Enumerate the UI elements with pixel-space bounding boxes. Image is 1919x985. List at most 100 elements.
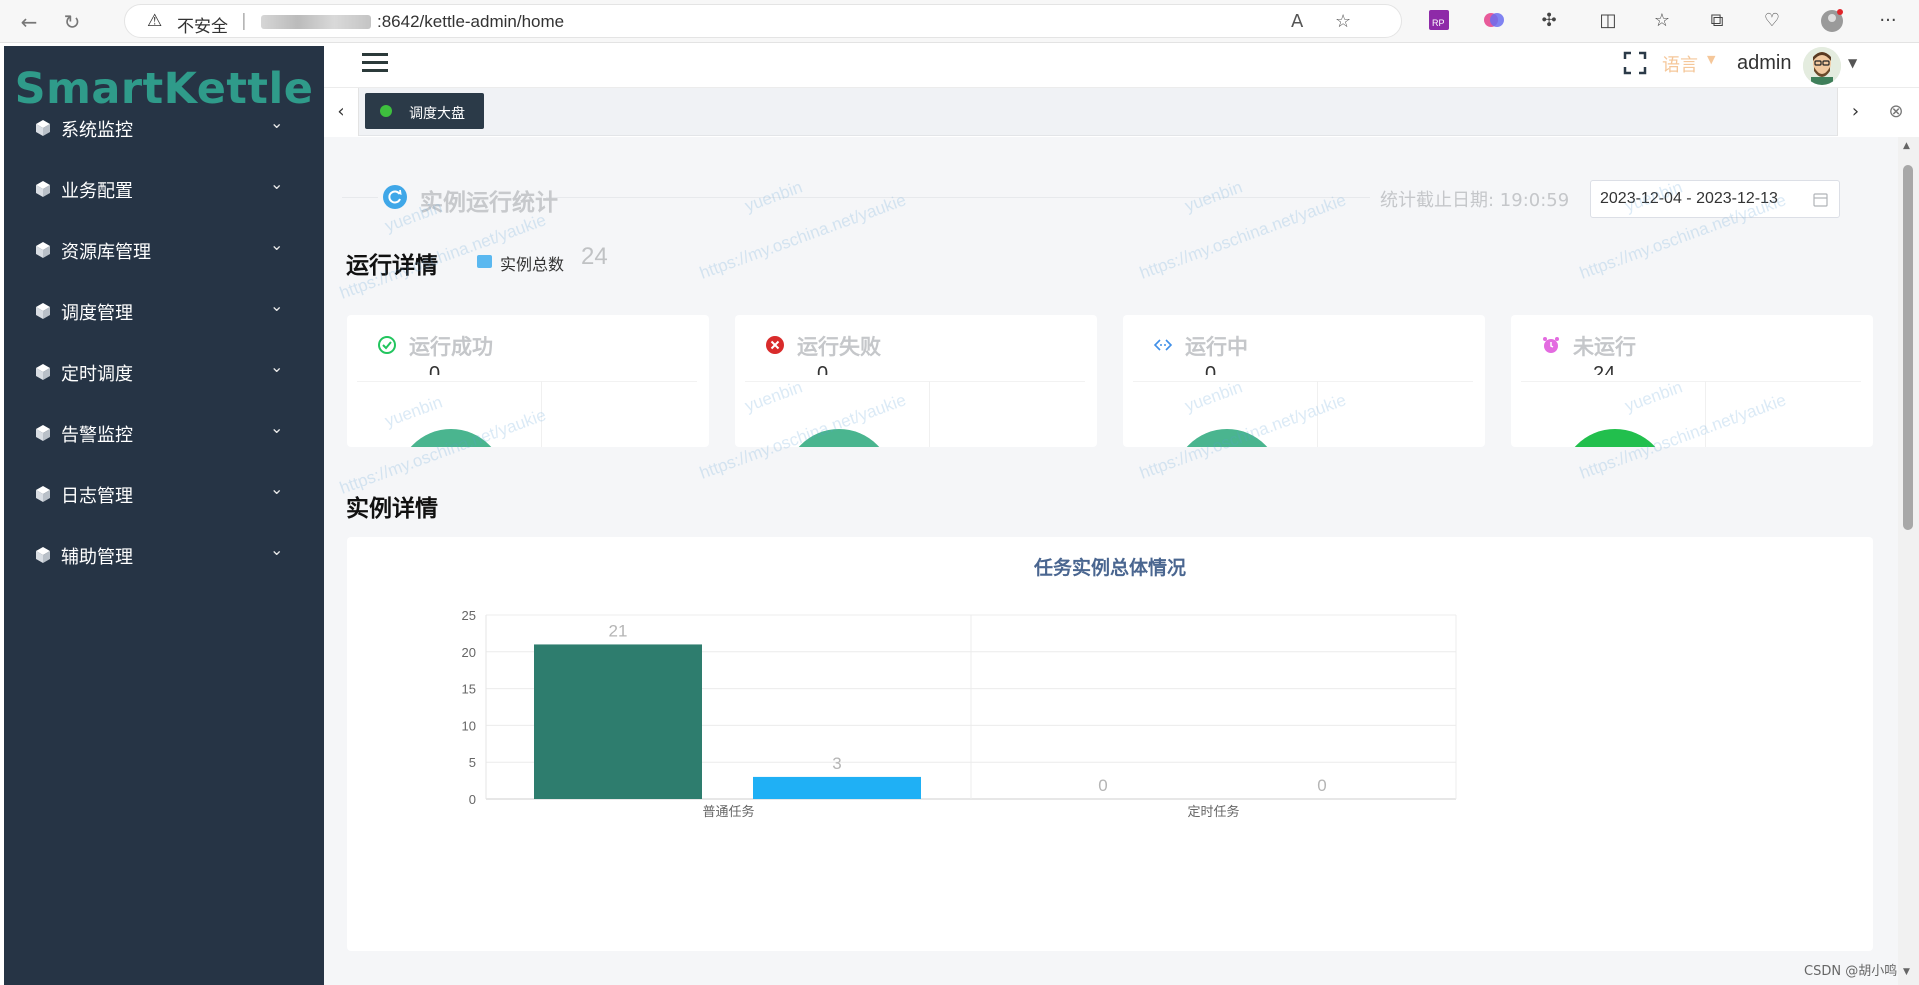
cube-icon bbox=[36, 486, 50, 502]
sidebar-item-label: 调度管理 bbox=[61, 303, 133, 324]
scroll-down-icon[interactable]: ▼ bbox=[1903, 967, 1910, 977]
user-name[interactable]: admin bbox=[1737, 52, 1791, 75]
language-caret-icon[interactable]: ▼ bbox=[1707, 53, 1715, 66]
gauge-grid-line bbox=[929, 381, 930, 447]
cube-icon bbox=[36, 120, 50, 136]
gauge-grid bbox=[1133, 381, 1473, 447]
sidebar-item-label: 告警监控 bbox=[61, 425, 133, 446]
gauge-grid bbox=[1521, 381, 1861, 447]
address-bar[interactable]: ⚠ 不安全 | :8642/kettle-admin/home A ☆ bbox=[124, 4, 1402, 38]
stat-card-value: 0 bbox=[429, 363, 441, 375]
avatar[interactable] bbox=[1803, 47, 1841, 85]
favorite-star-icon[interactable]: ☆ bbox=[1335, 11, 1351, 32]
sidebar-item[interactable]: 业务配置 ⌄ bbox=[4, 164, 324, 214]
back-icon[interactable]: ← bbox=[16, 9, 42, 35]
x-tick-label: 定时任务 bbox=[1187, 804, 1239, 820]
scroll-up-icon[interactable]: ▲ bbox=[1903, 141, 1910, 151]
tag-label: 调度大盘 bbox=[409, 106, 465, 122]
chevron-down-icon: ⌄ bbox=[270, 113, 284, 132]
tags-view-bar: ‹ 调度大盘 › ⊗ bbox=[324, 88, 1919, 136]
close-all-tags-icon[interactable]: ⊗ bbox=[1873, 88, 1919, 136]
gauge-grid bbox=[357, 381, 697, 447]
performance-icon[interactable]: ♡ bbox=[1760, 9, 1784, 33]
sidebar-item-label: 资源库管理 bbox=[61, 242, 151, 263]
user-caret-icon[interactable]: ▼ bbox=[1848, 56, 1857, 70]
sidebar-item-label: 日志管理 bbox=[61, 486, 133, 507]
stat-card-value: 0 bbox=[1205, 363, 1217, 375]
browser-toolbar: ← ↻ ⚠ 不安全 | :8642/kettle-admin/home A ☆ … bbox=[0, 0, 1919, 43]
chevron-down-icon: ⌄ bbox=[270, 235, 284, 254]
warning-icon: ⚠ bbox=[147, 11, 163, 31]
tags-scroll-right-icon[interactable]: › bbox=[1837, 88, 1873, 136]
gauge-grid-line bbox=[1317, 381, 1318, 447]
chevron-down-icon: ⌄ bbox=[270, 357, 284, 376]
sidebar-item[interactable]: 告警监控 ⌄ bbox=[4, 408, 324, 458]
extension-brain-icon[interactable] bbox=[1482, 9, 1506, 33]
sidebar: SmartKettle 系统监控 ⌄ 业务配置 ⌄ 资源库管理 ⌄ 调度管理 ⌄ 定时调度 ⌄ 告警… bbox=[4, 46, 324, 985]
failure-x-icon bbox=[766, 336, 784, 354]
sidebar-item[interactable]: 日志管理 ⌄ bbox=[4, 469, 324, 519]
profile-icon[interactable] bbox=[1820, 9, 1844, 33]
watermark-url: https://my.oschina.net/yaukie bbox=[697, 190, 909, 283]
total-instances-value: 24 bbox=[581, 243, 608, 270]
collections-icon[interactable]: ⧉ bbox=[1705, 9, 1729, 33]
bar bbox=[753, 776, 921, 799]
stat-card: 未运行 24 bbox=[1511, 315, 1873, 447]
run-details-title: 运行详情 bbox=[346, 253, 438, 279]
footer-credit: CSDN @胡小鸣 bbox=[1804, 964, 1898, 979]
calendar-icon bbox=[1813, 193, 1828, 207]
sidebar-item-label: 系统监控 bbox=[61, 120, 133, 141]
total-instances-label: 实例总数 bbox=[500, 255, 565, 274]
date-range-value: 2023-12-04 - 2023-12-13 bbox=[1600, 190, 1778, 207]
data-label: 3 bbox=[832, 754, 841, 773]
favorites-icon[interactable]: ☆ bbox=[1650, 9, 1674, 33]
stat-card-title: 未运行 bbox=[1573, 335, 1636, 359]
y-tick-label: 15 bbox=[462, 682, 476, 697]
svg-text:RP: RP bbox=[1432, 18, 1445, 28]
y-tick-label: 25 bbox=[462, 608, 476, 623]
sidebar-item[interactable]: 辅助管理 ⌄ bbox=[4, 530, 324, 580]
tags-scroll-left-icon[interactable]: ‹ bbox=[324, 88, 359, 136]
cube-icon bbox=[36, 364, 50, 380]
data-label: 0 bbox=[1098, 776, 1107, 795]
sidebar-item[interactable]: 系统监控 ⌄ bbox=[4, 103, 324, 153]
x-tick-label: 普通任务 bbox=[702, 804, 754, 820]
gauge-grid-line bbox=[541, 381, 542, 447]
stat-card-value: 24 bbox=[1593, 363, 1616, 375]
sidebar-item[interactable]: 调度管理 ⌄ bbox=[4, 286, 324, 336]
sidebar-item[interactable]: 定时调度 ⌄ bbox=[4, 347, 324, 397]
chart-title: 任务实例总体情况 bbox=[1033, 556, 1186, 579]
more-menu-icon[interactable]: ··· bbox=[1876, 9, 1900, 33]
chevron-down-icon: ⌄ bbox=[270, 540, 284, 559]
read-aloud-icon[interactable]: A bbox=[1291, 11, 1303, 32]
scroll-thumb[interactable] bbox=[1903, 165, 1913, 530]
cube-icon bbox=[36, 425, 50, 441]
language-selector[interactable]: 语言 bbox=[1662, 51, 1698, 77]
split-screen-icon[interactable]: ◫ bbox=[1596, 9, 1620, 33]
cube-icon bbox=[36, 242, 50, 258]
total-instances-icon bbox=[477, 255, 492, 268]
refresh-icon[interactable] bbox=[383, 185, 407, 209]
reload-icon[interactable]: ↻ bbox=[59, 9, 85, 35]
data-label: 0 bbox=[1317, 776, 1326, 795]
insecure-label: 不安全 bbox=[177, 17, 228, 36]
active-dot-icon bbox=[380, 105, 392, 117]
url-redacted bbox=[261, 15, 371, 29]
date-range-picker[interactable]: 2023-12-04 - 2023-12-13 bbox=[1590, 180, 1840, 218]
fullscreen-icon[interactable] bbox=[1622, 50, 1648, 76]
extensions-puzzle-icon[interactable]: ✣ bbox=[1537, 9, 1561, 33]
watermark-url: https://my.oschina.net/yaukie bbox=[1137, 190, 1349, 283]
chevron-down-icon: ⌄ bbox=[270, 174, 284, 193]
not-run-alarm-icon bbox=[1543, 337, 1559, 353]
extension-rp-icon[interactable]: RP bbox=[1427, 9, 1451, 33]
url-separator: | bbox=[241, 11, 247, 31]
top-header: 语言 ▼ admin ▼ bbox=[324, 46, 1919, 88]
y-tick-label: 20 bbox=[462, 645, 476, 660]
cube-icon bbox=[36, 181, 50, 197]
tag-dashboard[interactable]: 调度大盘 bbox=[365, 93, 484, 129]
stat-card-title: 运行中 bbox=[1185, 335, 1248, 359]
divider bbox=[342, 197, 378, 198]
page-scrollbar[interactable]: ▲ ▼ bbox=[1898, 137, 1919, 985]
menu-toggle-icon[interactable] bbox=[362, 53, 388, 75]
sidebar-item[interactable]: 资源库管理 ⌄ bbox=[4, 225, 324, 275]
